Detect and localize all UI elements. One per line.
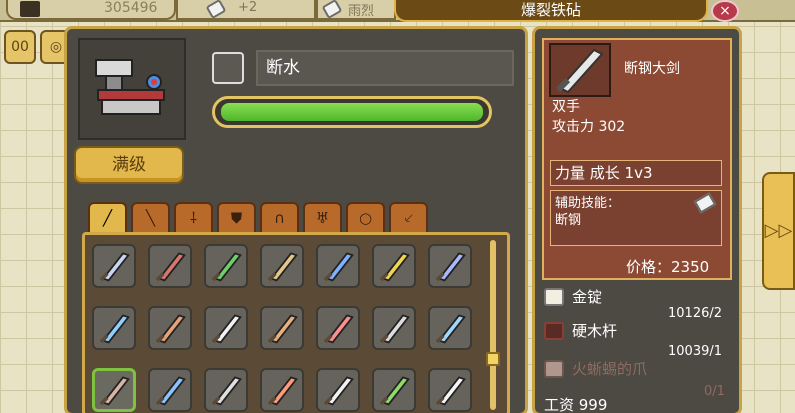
- stat-chip-b-value: 雨烈: [348, 4, 375, 19]
- tab-armor-icon[interactable]: ♅: [303, 202, 342, 234]
- skill-box: 辅助技能： 断钢: [550, 190, 722, 246]
- weapon-slot[interactable]: [428, 244, 472, 288]
- anvil-icon: [95, 59, 165, 115]
- sword-icon: [267, 252, 298, 282]
- tab-pickaxe-icon[interactable]: ⸔: [389, 202, 428, 234]
- whetstone-icon: [321, 0, 343, 20]
- weapon-grid: [92, 244, 484, 413]
- item-growth: 力量 成长 1v3: [550, 160, 722, 186]
- sword-icon: [435, 314, 466, 344]
- sword-icon: [267, 314, 298, 344]
- sword-icon: [267, 376, 298, 406]
- sword-icon: [323, 252, 354, 282]
- window-title: 爆裂铁砧: [394, 0, 708, 22]
- whetstone-icon: [205, 0, 227, 20]
- scrollbar-thumb[interactable]: [486, 352, 500, 366]
- wage-row: 工资 999: [544, 394, 734, 413]
- tab-shield-icon[interactable]: ⛊: [217, 202, 256, 234]
- weapon-slot[interactable]: [92, 368, 136, 412]
- scrollbar-track[interactable]: [490, 240, 496, 410]
- tab-spear-icon[interactable]: ╲: [131, 202, 170, 234]
- gold-value: 305496: [104, 0, 158, 16]
- progress-fill: [221, 103, 483, 121]
- sword-icon: [155, 314, 186, 344]
- material-count: 10039/1: [668, 344, 723, 359]
- claw-icon: [544, 360, 564, 378]
- craft-progress-bar: [212, 96, 492, 128]
- material-count: 10126/2: [668, 306, 723, 321]
- sword-icon: [435, 376, 466, 406]
- sword-icon: [155, 252, 186, 282]
- material-name: 火蜥蜴的爪: [572, 360, 648, 378]
- sword-icon: [323, 376, 354, 406]
- sword-icon: [211, 314, 242, 344]
- weapon-slot[interactable]: [148, 306, 192, 350]
- skill-title: 辅助技能：: [555, 196, 621, 211]
- sword-icon: [379, 376, 410, 406]
- stat-chip-a: +2: [176, 0, 316, 20]
- sword-icon: [99, 314, 130, 344]
- whetstone-icon: [212, 52, 244, 84]
- pause-button[interactable]: 00: [4, 30, 36, 64]
- weapon-slot[interactable]: [316, 306, 360, 350]
- weapon-slot[interactable]: [204, 244, 248, 288]
- item-price: 价格：2350: [626, 258, 710, 276]
- sword-icon: [435, 252, 466, 282]
- weapon-slot[interactable]: [92, 244, 136, 288]
- material-row: 火蜥蜴的爪: [544, 358, 734, 380]
- greatsword-icon: [549, 43, 611, 97]
- gold-ingot-icon: [544, 288, 564, 306]
- weapon-slot[interactable]: [372, 306, 416, 350]
- sword-icon: [155, 376, 186, 406]
- sword-icon: [99, 376, 130, 406]
- tab-sword-icon[interactable]: ╱: [88, 202, 127, 234]
- wooden-rod-icon: [544, 322, 564, 340]
- weapon-slot[interactable]: [148, 244, 192, 288]
- weapon-slot[interactable]: [204, 306, 248, 350]
- material-name: 金锭: [572, 288, 603, 306]
- weapon-slot[interactable]: [148, 368, 192, 412]
- weapon-slot[interactable]: [260, 244, 304, 288]
- weapon-slot[interactable]: [316, 368, 360, 412]
- weapon-slot[interactable]: [428, 368, 472, 412]
- building-icon: [20, 1, 40, 17]
- tab-axe-icon[interactable]: ⸸: [174, 202, 213, 234]
- category-tabs: ╱ ╲ ⸸ ⛊ ∩ ♅ ○ ⸔: [88, 202, 428, 234]
- item-name: 断钢大剑: [624, 61, 680, 77]
- item-attack: 攻击力 302: [552, 119, 626, 135]
- item-name-field: 断水: [256, 50, 514, 86]
- sword-icon: [379, 314, 410, 344]
- wage-label: 工资 999: [544, 396, 608, 413]
- skill-name: 断钢: [555, 213, 582, 228]
- close-button[interactable]: ×: [711, 0, 739, 22]
- weapon-slot[interactable]: [260, 306, 304, 350]
- gold-counter: 305496: [6, 0, 176, 20]
- material-name: 硬木杆: [572, 322, 618, 340]
- sword-icon: [379, 252, 410, 282]
- material-row: 硬木杆: [544, 320, 734, 342]
- weapon-slot[interactable]: [372, 244, 416, 288]
- stat-chip-a-value: +2: [238, 0, 258, 15]
- sword-icon: [211, 376, 242, 406]
- sword-icon: [211, 252, 242, 282]
- item-hand-type: 双手: [552, 99, 580, 115]
- tab-helmet-icon[interactable]: ∩: [260, 202, 299, 234]
- material-row: 金锭: [544, 286, 734, 308]
- max-level-button[interactable]: 满级: [74, 146, 184, 184]
- next-page-button[interactable]: ▷▷: [762, 172, 795, 290]
- weapon-slot[interactable]: [204, 368, 248, 412]
- weapon-slot[interactable]: [260, 368, 304, 412]
- tab-ring-icon[interactable]: ○: [346, 202, 385, 234]
- sword-icon: [99, 252, 130, 282]
- stat-chip-b: 雨烈: [316, 0, 396, 20]
- weapon-slot[interactable]: [92, 306, 136, 350]
- sword-icon: [323, 314, 354, 344]
- weapon-slot[interactable]: [372, 368, 416, 412]
- weapon-slot[interactable]: [428, 306, 472, 350]
- weapon-slot[interactable]: [316, 244, 360, 288]
